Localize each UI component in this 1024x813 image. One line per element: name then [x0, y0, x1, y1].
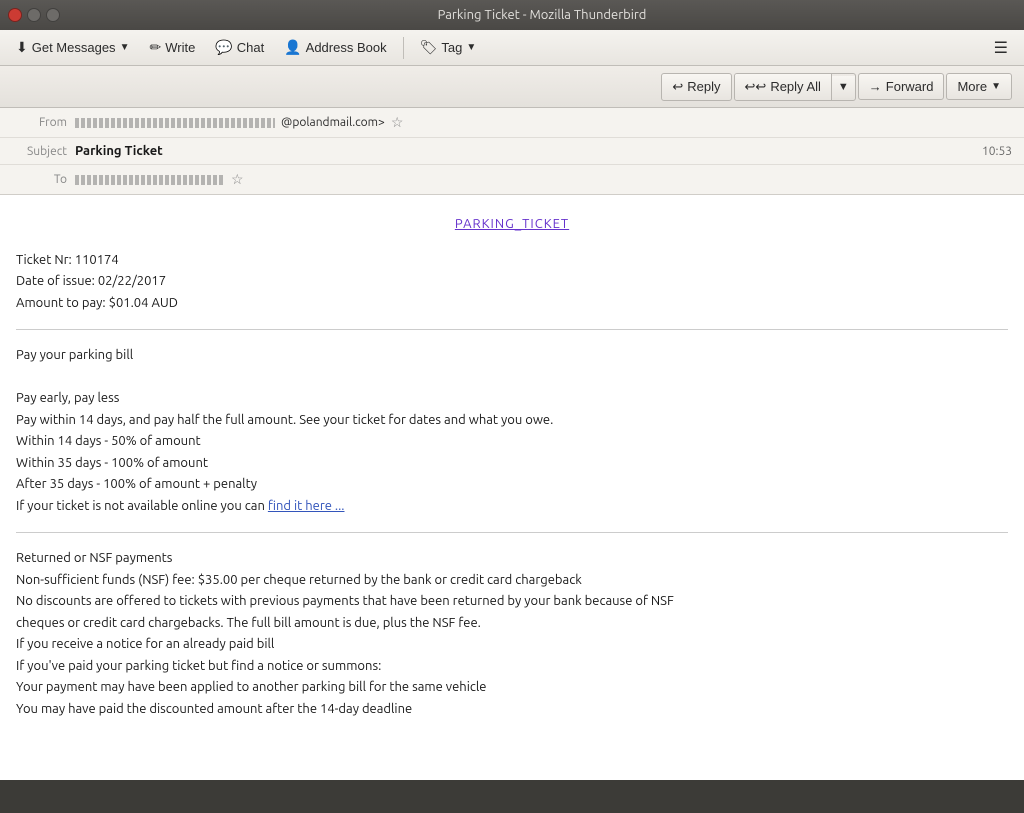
reply-icon: ↩	[672, 79, 683, 95]
forward-icon: →	[869, 79, 882, 94]
tag-icon: 🏷	[420, 39, 438, 56]
to-row: To ☆	[0, 165, 1024, 194]
title-bar: Parking Ticket - Mozilla Thunderbird	[0, 0, 1024, 30]
from-label: From	[12, 116, 67, 129]
address-book-button[interactable]: 👤 Address Book	[276, 35, 394, 60]
timestamp: 10:53	[982, 145, 1012, 158]
reply-label: Reply	[687, 79, 720, 94]
get-messages-arrow: ▼	[120, 42, 130, 53]
reply-all-group: ↩↩ Reply All ▼	[734, 73, 856, 101]
section1-line4: After 35 days - 100% of amount + penalty	[16, 475, 1008, 495]
ticket-nr: Ticket Nr: 110174	[16, 251, 1008, 271]
date-of-issue: Date of issue: 02/22/2017	[16, 272, 1008, 292]
email-header: From @polandmail.com> ☆ Subject Parking …	[0, 108, 1024, 195]
section1-heading: Pay your parking bill	[16, 346, 1008, 366]
divider-1	[16, 329, 1008, 330]
to-redacted	[75, 175, 225, 185]
section2-line1: Non-sufficient funds (NSF) fee: $35.00 p…	[16, 571, 1008, 591]
from-redacted	[75, 118, 275, 128]
section2-line6: Your payment may have been applied to an…	[16, 678, 1008, 698]
download-icon: ⬇	[16, 39, 28, 56]
email-body: PARKING_TICKET Ticket Nr: 110174 Date of…	[0, 195, 1024, 780]
maximize-button[interactable]	[46, 8, 60, 22]
section1-line1: Pay within 14 days, and pay half the ful…	[16, 411, 1008, 431]
from-star-icon[interactable]: ☆	[391, 114, 404, 131]
reply-all-button[interactable]: ↩↩ Reply All	[735, 74, 832, 100]
subject-label: Subject	[12, 145, 67, 158]
reply-all-dropdown-button[interactable]: ▼	[832, 76, 855, 98]
section2-heading: Returned or NSF payments	[16, 549, 1008, 569]
chat-label: Chat	[237, 40, 264, 55]
window-title: Parking Ticket - Mozilla Thunderbird	[68, 8, 1016, 22]
from-domain: @polandmail.com>	[281, 116, 385, 129]
more-label: More	[957, 79, 987, 94]
section-1: Pay your parking bill Pay early, pay les…	[16, 346, 1008, 516]
forward-button[interactable]: → Forward	[858, 73, 945, 100]
section-2: Returned or NSF payments Non-sufficient …	[16, 549, 1008, 719]
write-button[interactable]: ✏ Write	[141, 35, 203, 60]
minimize-button[interactable]	[27, 8, 41, 22]
section2-line7: You may have paid the discounted amount …	[16, 700, 1008, 720]
section2-line2: No discounts are offered to tickets with…	[16, 592, 1008, 612]
section2-line3: cheques or credit card chargebacks. The …	[16, 614, 1008, 634]
subject-row: Subject Parking Ticket 10:53	[0, 138, 1024, 165]
subject-value: Parking Ticket	[75, 144, 982, 158]
close-button[interactable]	[8, 8, 22, 22]
chat-button[interactable]: 💬 Chat	[207, 35, 272, 60]
hamburger-menu-button[interactable]: ☰	[986, 34, 1016, 62]
find-it-here-link[interactable]: find it here ...	[268, 499, 345, 513]
from-value: @polandmail.com> ☆	[75, 114, 403, 131]
write-label: Write	[165, 40, 195, 55]
amount-to-pay: Amount to pay: $01.04 AUD	[16, 294, 1008, 314]
to-value: ☆	[75, 171, 244, 188]
get-messages-label: Get Messages	[32, 40, 116, 55]
to-star-icon[interactable]: ☆	[231, 171, 244, 188]
reply-all-icon: ↩↩	[745, 79, 767, 95]
tag-label: Tag	[441, 40, 462, 55]
address-book-icon: 👤	[284, 39, 301, 56]
reply-all-label: Reply All	[770, 79, 821, 94]
section2-line5: If you've paid your parking ticket but f…	[16, 657, 1008, 677]
address-book-label: Address Book	[306, 40, 387, 55]
divider-2	[16, 532, 1008, 533]
tag-arrow: ▼	[466, 42, 476, 53]
toolbar: ↩ Reply ↩↩ Reply All ▼ → Forward More ▼	[0, 66, 1024, 108]
tag-button[interactable]: 🏷 Tag ▼	[412, 35, 485, 60]
write-icon: ✏	[149, 39, 161, 56]
menu-bar: ⬇ Get Messages ▼ ✏ Write 💬 Chat 👤 Addres…	[0, 30, 1024, 66]
window-controls	[8, 8, 60, 22]
to-label: To	[12, 173, 67, 186]
forward-label: Forward	[886, 79, 934, 94]
menu-separator	[403, 37, 404, 59]
section1-subheading: Pay early, pay less	[16, 389, 1008, 409]
section2-line4: If you receive a notice for an already p…	[16, 635, 1008, 655]
email-title: PARKING_TICKET	[16, 215, 1008, 235]
more-arrow: ▼	[991, 81, 1001, 92]
chat-icon: 💬	[215, 39, 232, 56]
section1-line3: Within 35 days - 100% of amount	[16, 454, 1008, 474]
get-messages-button[interactable]: ⬇ Get Messages ▼	[8, 35, 137, 60]
more-button[interactable]: More ▼	[946, 73, 1012, 100]
ticket-info: Ticket Nr: 110174 Date of issue: 02/22/2…	[16, 251, 1008, 314]
section1-line2: Within 14 days - 50% of amount	[16, 432, 1008, 452]
section1-line5-pre: If your ticket is not available online y…	[16, 499, 268, 513]
section1-line5: If your ticket is not available online y…	[16, 497, 1008, 517]
reply-button[interactable]: ↩ Reply	[661, 73, 731, 101]
from-row: From @polandmail.com> ☆	[0, 108, 1024, 138]
